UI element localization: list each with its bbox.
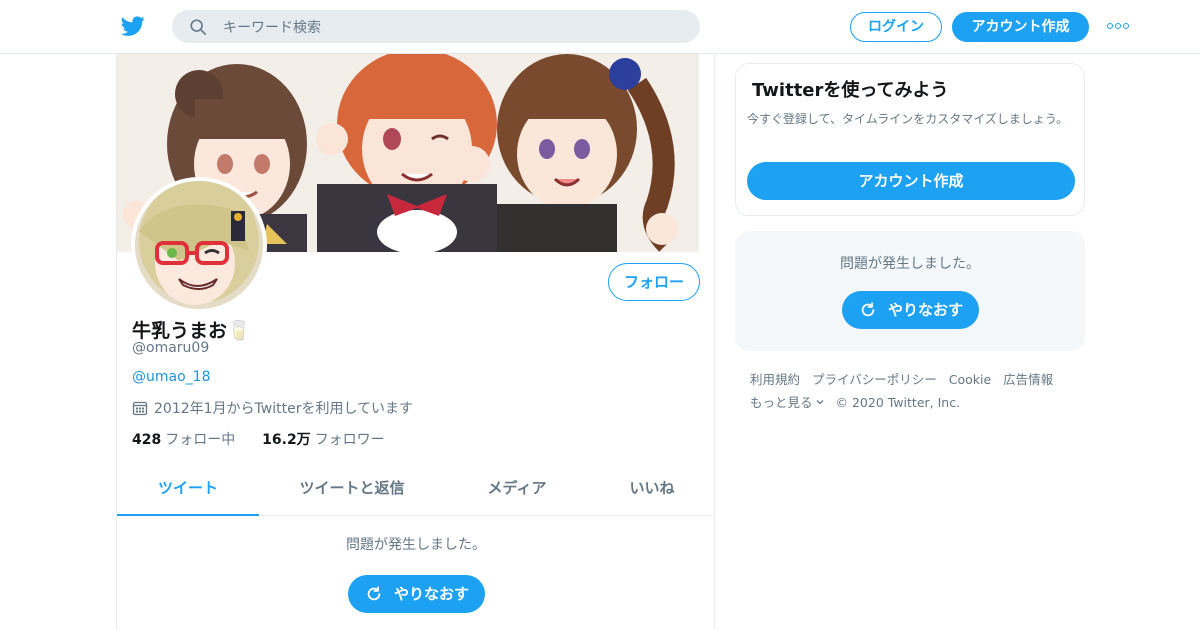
profile-avatar[interactable]	[131, 177, 267, 313]
tab-likes[interactable]: いいね	[597, 467, 707, 516]
profile-linked-account[interactable]: @umao_18	[132, 369, 210, 385]
profile-column: フォロー 牛乳うまお🥛 @omaru09 @umao_18 2012年1月からT…	[116, 54, 715, 630]
promo-description: 今すぐ登録して、タイムラインをカスタマイズしましょう。	[747, 112, 1069, 126]
footer-copyright: © 2020 Twitter, Inc.	[835, 395, 961, 410]
tab-tweets-and-replies[interactable]: ツイートと返信	[277, 467, 427, 516]
top-navigation-bar: キーワード検索 ログイン アカウント作成	[0, 0, 1200, 54]
timeline-retry-button[interactable]: やりなおす	[348, 575, 485, 613]
join-date-text: 2012年1月からTwitterを利用しています	[154, 401, 414, 417]
search-icon	[190, 19, 207, 36]
chevron-down-icon	[816, 400, 823, 405]
profile-display-name: 牛乳うまお🥛	[132, 320, 251, 342]
sidebar-retry-button[interactable]: やりなおす	[842, 291, 979, 329]
profile-tabs: ツイート ツイートと返信 メディア いいね	[117, 467, 715, 516]
more-dots-icon[interactable]	[1107, 23, 1129, 31]
twitter-bird-icon[interactable]	[120, 14, 146, 38]
following-count: 428	[132, 432, 162, 448]
followers-stat[interactable]: 16.2万 フォロワー	[262, 432, 385, 448]
footer-more-label: もっと見る	[750, 395, 813, 410]
refresh-icon	[861, 302, 875, 317]
promo-signup-button[interactable]: アカウント作成	[747, 162, 1075, 200]
followers-count: 16.2万	[262, 432, 311, 448]
calendar-icon	[132, 401, 148, 416]
promo-title: Twitterを使ってみよう	[752, 80, 949, 101]
search-bar[interactable]: キーワード検索	[172, 10, 700, 43]
following-label: フォロー中	[165, 432, 236, 448]
sidebar-error-message: 問題が発生しました。	[840, 256, 980, 272]
retry-label: やりなおす	[394, 585, 470, 603]
signup-button-header[interactable]: アカウント作成	[952, 12, 1089, 42]
tab-media[interactable]: メディア	[457, 467, 577, 516]
signup-promo-card: Twitterを使ってみよう 今すぐ登録して、タイムラインをカスタマイズしましょ…	[735, 63, 1085, 216]
footer-link-terms[interactable]: 利用規約	[750, 372, 800, 387]
profile-stats: 428 フォロー中 16.2万 フォロワー	[132, 429, 385, 449]
followers-label: フォロワー	[314, 432, 385, 448]
follow-button[interactable]: フォロー	[608, 263, 700, 301]
refresh-icon	[367, 586, 381, 601]
timeline-error-message: 問題が発生しました。	[346, 537, 486, 553]
footer-link-privacy[interactable]: プライバシーポリシー	[812, 372, 937, 387]
footer-link-ads[interactable]: 広告情報	[1003, 372, 1053, 387]
tab-tweets[interactable]: ツイート	[117, 467, 259, 516]
footer-link-cookie[interactable]: Cookie	[949, 372, 991, 387]
profile-handle: @omaru09	[132, 340, 210, 356]
login-button[interactable]: ログイン	[850, 12, 942, 42]
search-input[interactable]: キーワード検索	[223, 17, 321, 37]
footer-more[interactable]: もっと見る	[750, 395, 824, 410]
profile-join-date: 2012年1月からTwitterを利用しています	[132, 398, 413, 418]
retry-label: やりなおす	[888, 301, 964, 319]
footer-links: 利用規約 プライバシーポリシー Cookie 広告情報 もっと見る © 2020…	[750, 368, 1080, 414]
following-stat[interactable]: 428 フォロー中	[132, 432, 235, 448]
sidebar-error-card: 問題が発生しました。 やりなおす	[735, 231, 1085, 351]
